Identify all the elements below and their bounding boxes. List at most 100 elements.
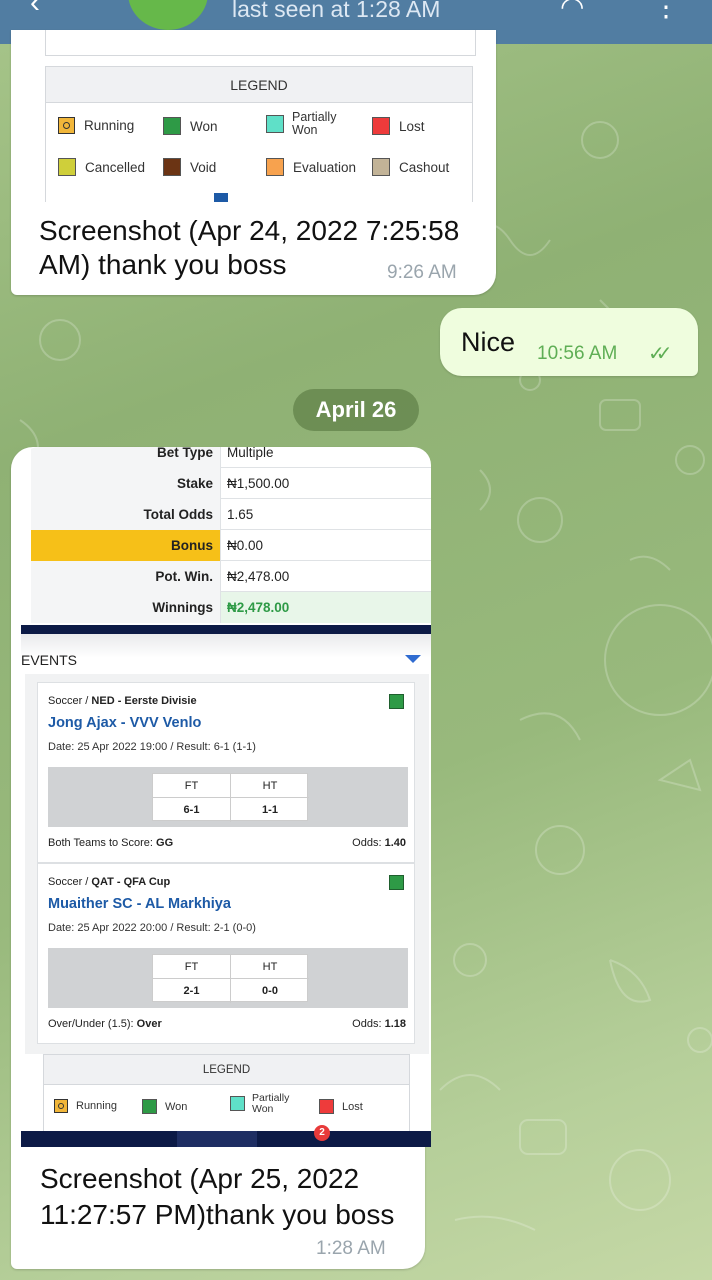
score-table: FT HT 6-1 1-1	[152, 773, 309, 822]
event-market: Both Teams to Score: GG	[48, 837, 173, 849]
won-status-icon	[389, 694, 404, 709]
events-title: EVENTS	[21, 652, 78, 668]
section-divider	[21, 625, 431, 634]
bet-row-value: Multiple	[220, 447, 431, 468]
divider-shadow	[21, 634, 431, 658]
bet-row-stake: Stake ₦1,500.00	[31, 468, 431, 499]
ht-header: HT	[231, 955, 309, 979]
bet-row-label: Stake	[31, 468, 220, 499]
lost-swatch	[319, 1099, 334, 1114]
bet-row-label: Bonus	[31, 530, 220, 561]
incoming-photo-message-2[interactable]: Bet Type Multiple Stake ₦1,500.00 Total Od…	[11, 447, 431, 1269]
event-category: Soccer / QAT - QFA Cup	[48, 876, 171, 888]
legend-partially-won-label: Partially Won	[292, 110, 337, 137]
event-sport: Soccer	[48, 695, 83, 707]
message-time: 10:56 AM	[537, 343, 618, 364]
call-icon[interactable]: ◠	[560, 0, 584, 23]
message-time: 1:28 AM	[316, 1238, 386, 1259]
running-icon	[58, 117, 75, 134]
partially-won-swatch	[230, 1096, 245, 1111]
event-card-1[interactable]: Soccer / NED - Eerste Divisie Jong Ajax …	[37, 682, 415, 863]
legend-cancelled: Cancelled	[58, 158, 145, 176]
photo-caption-line-2: 11:27:57 PM)thank you boss	[40, 1199, 395, 1230]
legend-cashout-label: Cashout	[399, 159, 450, 175]
screenshot-image-1[interactable]: LEGEND Running Won Partially Won Lost Ca…	[33, 30, 488, 202]
odds-label: Odds:	[352, 1018, 382, 1030]
app-bottom-nav: 2	[21, 1125, 431, 1147]
event-date-result: Date: 25 Apr 2022 20:00 / Result: 2-1 (0…	[48, 922, 256, 934]
legend-panel: LEGEND Running Won Partially Won Lost	[43, 1054, 410, 1138]
lost-swatch	[372, 117, 390, 135]
nav-active-tab	[177, 1131, 257, 1147]
legend-evaluation: Evaluation	[266, 158, 356, 176]
legend-evaluation-label: Evaluation	[293, 159, 357, 175]
running-icon-dot	[63, 122, 70, 129]
photo-caption-line-1: Screenshot (Apr 24, 2022 7:25:58	[39, 215, 460, 246]
event-date-result: Date: 25 Apr 2022 19:00 / Result: 6-1 (1…	[48, 741, 256, 753]
running-icon	[54, 1099, 68, 1113]
message-text: Nice	[461, 327, 516, 357]
legend-lost-label: Lost	[342, 1100, 363, 1113]
legend-cancelled-label: Cancelled	[85, 159, 146, 175]
incoming-photo-message-1[interactable]: LEGEND Running Won Partially Won Lost Ca…	[11, 30, 496, 295]
legend-running: Running	[54, 1099, 117, 1113]
bet-row-value: ₦1,500.00	[220, 468, 431, 499]
bet-row-bet-type: Bet Type Multiple	[31, 447, 431, 468]
partially-won-swatch	[266, 114, 284, 133]
legend-void-label: Void	[190, 159, 217, 175]
score-table: FT HT 2-1 0-0	[152, 954, 309, 1003]
market-pick: Over	[136, 1018, 162, 1030]
chevron-down-icon[interactable]	[405, 655, 421, 663]
back-arrow-icon[interactable]: ‹	[30, 0, 40, 20]
screenshot-image-2[interactable]: Bet Type Multiple Stake ₦1,500.00 Total Od…	[21, 447, 431, 1147]
odds-value: 1.18	[384, 1018, 406, 1030]
events-list: Soccer / NED - Eerste Divisie Jong Ajax …	[25, 674, 429, 1054]
ft-header: FT	[153, 774, 231, 798]
legend-won-label: Won	[190, 118, 218, 134]
photo-caption-line-1: Screenshot (Apr 25, 2022	[40, 1163, 360, 1194]
bet-row-value: 1.65	[220, 499, 431, 530]
event-category: Soccer / NED - Eerste Divisie	[48, 695, 197, 707]
legend-running-label: Running	[76, 1100, 117, 1112]
bet-row-total-odds: Total Odds 1.65	[31, 499, 431, 530]
message-time: 9:26 AM	[387, 262, 457, 283]
event-teams[interactable]: Jong Ajax - VVV Venlo	[48, 715, 201, 731]
legend-partially-won-label: Partially Won	[252, 1092, 290, 1115]
won-swatch	[163, 117, 181, 135]
event-league: QAT - QFA Cup	[91, 876, 171, 888]
legend-won-label: Won	[165, 1100, 188, 1113]
more-menu-icon[interactable]: ⋮	[652, 0, 680, 23]
bet-row-label: Winnings	[31, 592, 220, 623]
legend-running: Running	[58, 117, 134, 134]
legend-title: LEGEND	[44, 1055, 409, 1085]
last-seen-status: last seen at 1:28 AM	[232, 0, 441, 22]
bet-row-value: ₦2,478.00	[220, 561, 431, 592]
legend-void: Void	[163, 158, 216, 176]
bet-row-label: Pot. Win.	[31, 561, 220, 592]
legend-partially-won: Partially Won	[230, 1093, 296, 1114]
cancelled-swatch	[58, 158, 76, 176]
market-name: Both Teams to Score:	[48, 837, 153, 849]
notification-badge: 2	[314, 1125, 330, 1141]
bet-row-winnings: Winnings ₦2,478.00	[31, 592, 431, 623]
bet-row-value: ₦0.00	[220, 530, 431, 561]
legend-running-label: Running	[84, 118, 135, 133]
event-odds: Odds: 1.18	[352, 1018, 406, 1030]
outgoing-text-message[interactable]: Nice 10:56 AM ✓✓	[440, 308, 698, 376]
legend-lost: Lost	[319, 1099, 363, 1114]
event-odds: Odds: 1.40	[352, 837, 406, 849]
ft-header: FT	[153, 955, 231, 979]
ht-score: 0-0	[262, 985, 278, 997]
bet-row-value: ₦2,478.00	[220, 592, 431, 623]
event-sport: Soccer	[48, 876, 83, 888]
running-icon-dot	[58, 1103, 64, 1109]
ft-score: 6-1	[153, 798, 231, 822]
legend-won: Won	[163, 117, 218, 135]
legend-title: LEGEND	[46, 67, 472, 103]
event-card-2[interactable]: Soccer / QAT - QFA Cup Muaither SC - AL …	[37, 863, 415, 1044]
event-league: NED - Eerste Divisie	[91, 695, 197, 707]
ft-score: 2-1	[153, 979, 231, 1003]
event-market: Over/Under (1.5): Over	[48, 1018, 162, 1030]
avatar[interactable]	[128, 0, 208, 30]
event-teams[interactable]: Muaither SC - AL Markhiya	[48, 896, 231, 912]
